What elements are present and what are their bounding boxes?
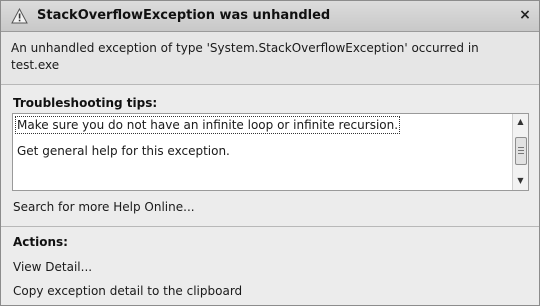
exception-message-area: An unhandled exception of type 'System.S… [1,32,539,85]
divider [1,226,539,227]
title-bar[interactable]: StackOverflowException was unhandled × [1,1,539,32]
copy-exception-link[interactable]: Copy exception detail to the clipboard [13,284,242,298]
troubleshooting-tips-list[interactable]: Make sure you do not have an infinite lo… [12,113,529,191]
scroll-down-arrow-icon[interactable]: ▼ [513,174,528,188]
tip-general-help[interactable]: Get general help for this exception. [17,144,230,158]
view-detail-link[interactable]: View Detail... [13,260,92,274]
search-help-online-link[interactable]: Search for more Help Online... [13,200,195,214]
dialog-title: StackOverflowException was unhandled [37,8,331,23]
actions-heading: Actions: [13,235,68,249]
scroll-up-arrow-icon[interactable]: ▲ [513,115,528,129]
warning-icon [11,8,28,24]
troubleshooting-heading: Troubleshooting tips: [13,96,158,110]
tip-infinite-recursion[interactable]: Make sure you do not have an infinite lo… [14,116,401,134]
scroll-thumb[interactable] [515,137,527,165]
close-button[interactable]: × [517,6,533,24]
exception-dialog: StackOverflowException was unhandled × A… [0,0,540,306]
exception-message: An unhandled exception of type 'System.S… [11,41,479,72]
tips-scrollbar[interactable]: ▲ ▼ [512,114,528,190]
